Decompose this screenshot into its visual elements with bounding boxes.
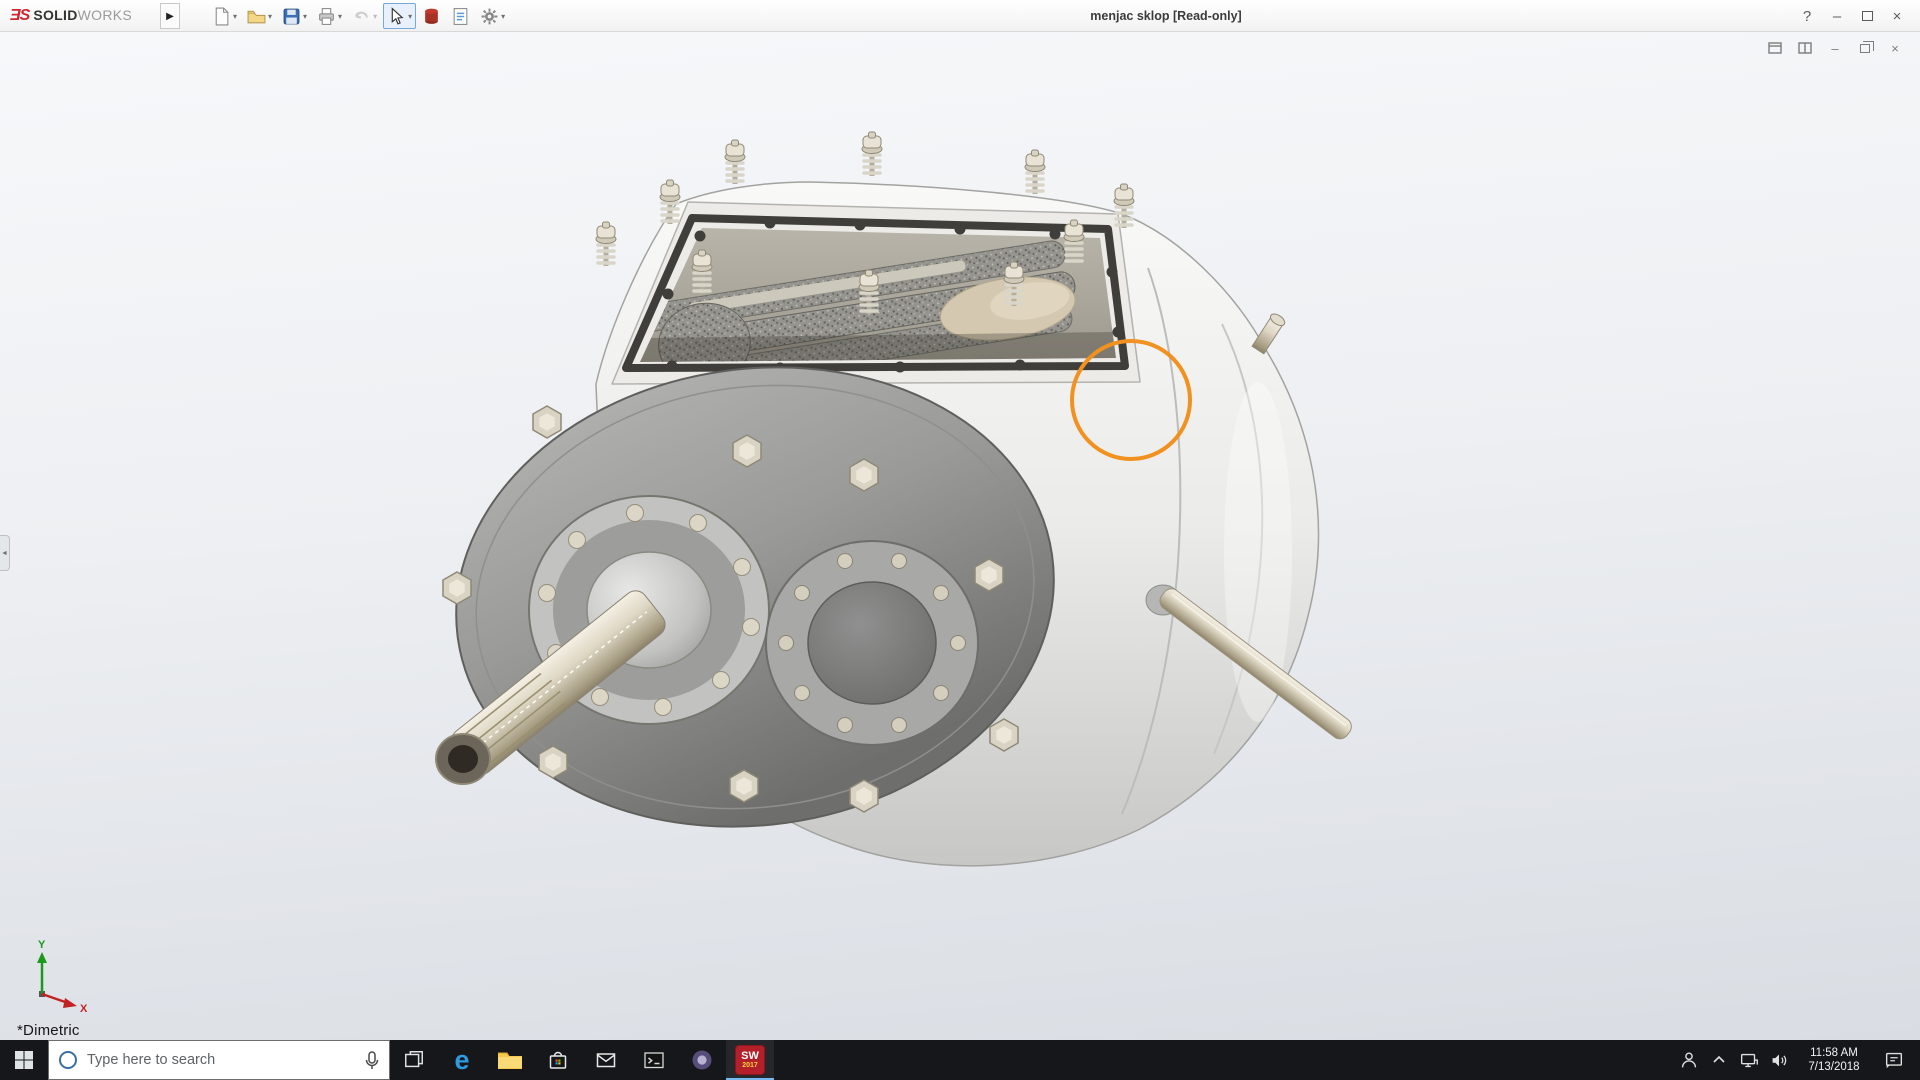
gearbox-3d-model[interactable]: Y X — [0, 32, 1920, 1040]
featuremanager-collapse-arrow[interactable]: ◄ — [0, 535, 10, 571]
solidworks-2017-icon: SW 2017 — [736, 1046, 764, 1074]
dropdown-caret-icon[interactable]: ▾ — [501, 12, 505, 21]
window-controls: ? – × — [1792, 0, 1912, 32]
edge-icon: e — [454, 1044, 470, 1075]
store-button[interactable] — [534, 1040, 582, 1080]
save-floppy-icon — [283, 8, 300, 24]
triad-x-label: X — [80, 1003, 88, 1015]
minimize-button[interactable]: – — [1822, 0, 1852, 32]
pinned-app-icon — [692, 1050, 712, 1070]
view-orientation-label: *Dimetric — [17, 1022, 80, 1039]
dropdown-caret-icon[interactable]: ▾ — [268, 12, 272, 21]
rebuild-icon — [425, 8, 438, 24]
windows-logo-icon — [15, 1051, 33, 1069]
taskbar-search-box[interactable] — [48, 1040, 390, 1080]
task-view-icon — [405, 1051, 423, 1068]
action-center-icon — [1885, 1052, 1903, 1069]
doc-pane-split-icon[interactable] — [1796, 40, 1814, 56]
search-input[interactable] — [87, 1052, 355, 1068]
edge-button[interactable]: e — [438, 1040, 486, 1080]
cortana-icon — [59, 1051, 77, 1069]
undo-button[interactable]: ▾ — [348, 3, 381, 29]
maximize-icon — [1861, 11, 1873, 21]
maximize-button[interactable] — [1852, 0, 1882, 32]
select-tool-button[interactable]: ▾ — [383, 3, 417, 29]
dropdown-caret-icon[interactable]: ▾ — [408, 12, 412, 21]
person-icon — [1681, 1052, 1697, 1068]
print-button[interactable]: ▾ — [313, 3, 346, 29]
menu-flyout-arrow[interactable]: ▶ — [160, 3, 180, 29]
document-window-controls: – × — [1766, 40, 1904, 56]
new-document-icon — [215, 7, 229, 25]
microphone-icon[interactable] — [363, 1050, 381, 1070]
start-button[interactable] — [0, 1040, 48, 1080]
clock-time: 11:58 AM — [1810, 1047, 1858, 1059]
dassault-systemes-icon: ƎS — [10, 7, 30, 24]
people-tray-button[interactable] — [1674, 1040, 1704, 1080]
dropdown-caret-icon[interactable]: ▾ — [338, 12, 342, 21]
show-hidden-icons-button[interactable] — [1704, 1040, 1734, 1080]
console-button[interactable] — [630, 1040, 678, 1080]
save-button[interactable]: ▾ — [278, 3, 311, 29]
chevron-up-icon — [1713, 1055, 1725, 1063]
action-center-button[interactable] — [1874, 1040, 1914, 1080]
doc-close-button[interactable]: × — [1886, 40, 1904, 56]
doc-restore-button[interactable] — [1856, 40, 1874, 56]
network-icon — [1740, 1053, 1758, 1068]
file-properties-icon — [453, 7, 468, 25]
rebuild-button[interactable] — [418, 3, 445, 29]
triad-y-label: Y — [38, 939, 46, 951]
clock-date: 7/13/2018 — [1808, 1061, 1860, 1073]
file-properties-button[interactable] — [447, 3, 474, 29]
volume-tray-button[interactable] — [1764, 1040, 1794, 1080]
solidworks-logo: ƎS SOLIDWORKS — [10, 0, 132, 32]
standard-toolbar: ▾ ▾ ▾ ▾ ▾ ▾ ▾ — [208, 0, 509, 32]
open-button[interactable]: ▾ — [243, 3, 276, 29]
brand-text: SOLIDWORKS — [33, 7, 133, 23]
open-folder-icon — [247, 10, 266, 23]
mail-icon — [596, 1053, 616, 1068]
graphics-viewport[interactable]: Y X – × ◄ *Dimetric — [0, 32, 1920, 1040]
orientation-triad: Y X — [37, 939, 88, 1015]
options-button[interactable]: ▾ — [476, 3, 509, 29]
pinned-app-button[interactable] — [678, 1040, 726, 1080]
file-explorer-button[interactable] — [486, 1040, 534, 1080]
doc-minimize-button[interactable]: – — [1826, 40, 1844, 56]
network-tray-button[interactable] — [1734, 1040, 1764, 1080]
solidworks-app-button[interactable]: SW 2017 — [726, 1040, 774, 1080]
store-icon — [549, 1051, 567, 1069]
restore-icon — [1860, 40, 1874, 53]
app-titlebar: ƎS SOLIDWORKS ▶ ▾ ▾ ▾ ▾ ▾ ▾ ▾ menjac skl… — [0, 0, 1920, 32]
taskbar-clock[interactable]: 11:58 AM 7/13/2018 — [1794, 1046, 1874, 1074]
file-explorer-icon — [498, 1052, 522, 1069]
task-view-button[interactable] — [390, 1040, 438, 1080]
dropdown-caret-icon[interactable]: ▾ — [303, 12, 307, 21]
document-title: menjac sklop [Read-only] — [1090, 9, 1242, 23]
console-icon — [644, 1052, 664, 1069]
doc-pane-icon[interactable] — [1766, 40, 1784, 56]
new-document-button[interactable]: ▾ — [208, 3, 241, 29]
mail-button[interactable] — [582, 1040, 630, 1080]
print-icon — [319, 7, 334, 25]
system-tray: 11:58 AM 7/13/2018 — [1674, 1040, 1920, 1080]
dropdown-caret-icon[interactable]: ▾ — [373, 12, 377, 21]
dropdown-caret-icon[interactable]: ▾ — [233, 12, 237, 21]
undo-icon — [355, 11, 368, 19]
close-button[interactable]: × — [1882, 0, 1912, 32]
speaker-icon — [1772, 1054, 1787, 1067]
bearing-cover-disc[interactable] — [765, 540, 979, 746]
select-cursor-icon — [391, 6, 404, 25]
options-gear-icon — [481, 8, 498, 24]
help-button[interactable]: ? — [1792, 0, 1822, 32]
windows-taskbar: e SW — [0, 1040, 1920, 1080]
